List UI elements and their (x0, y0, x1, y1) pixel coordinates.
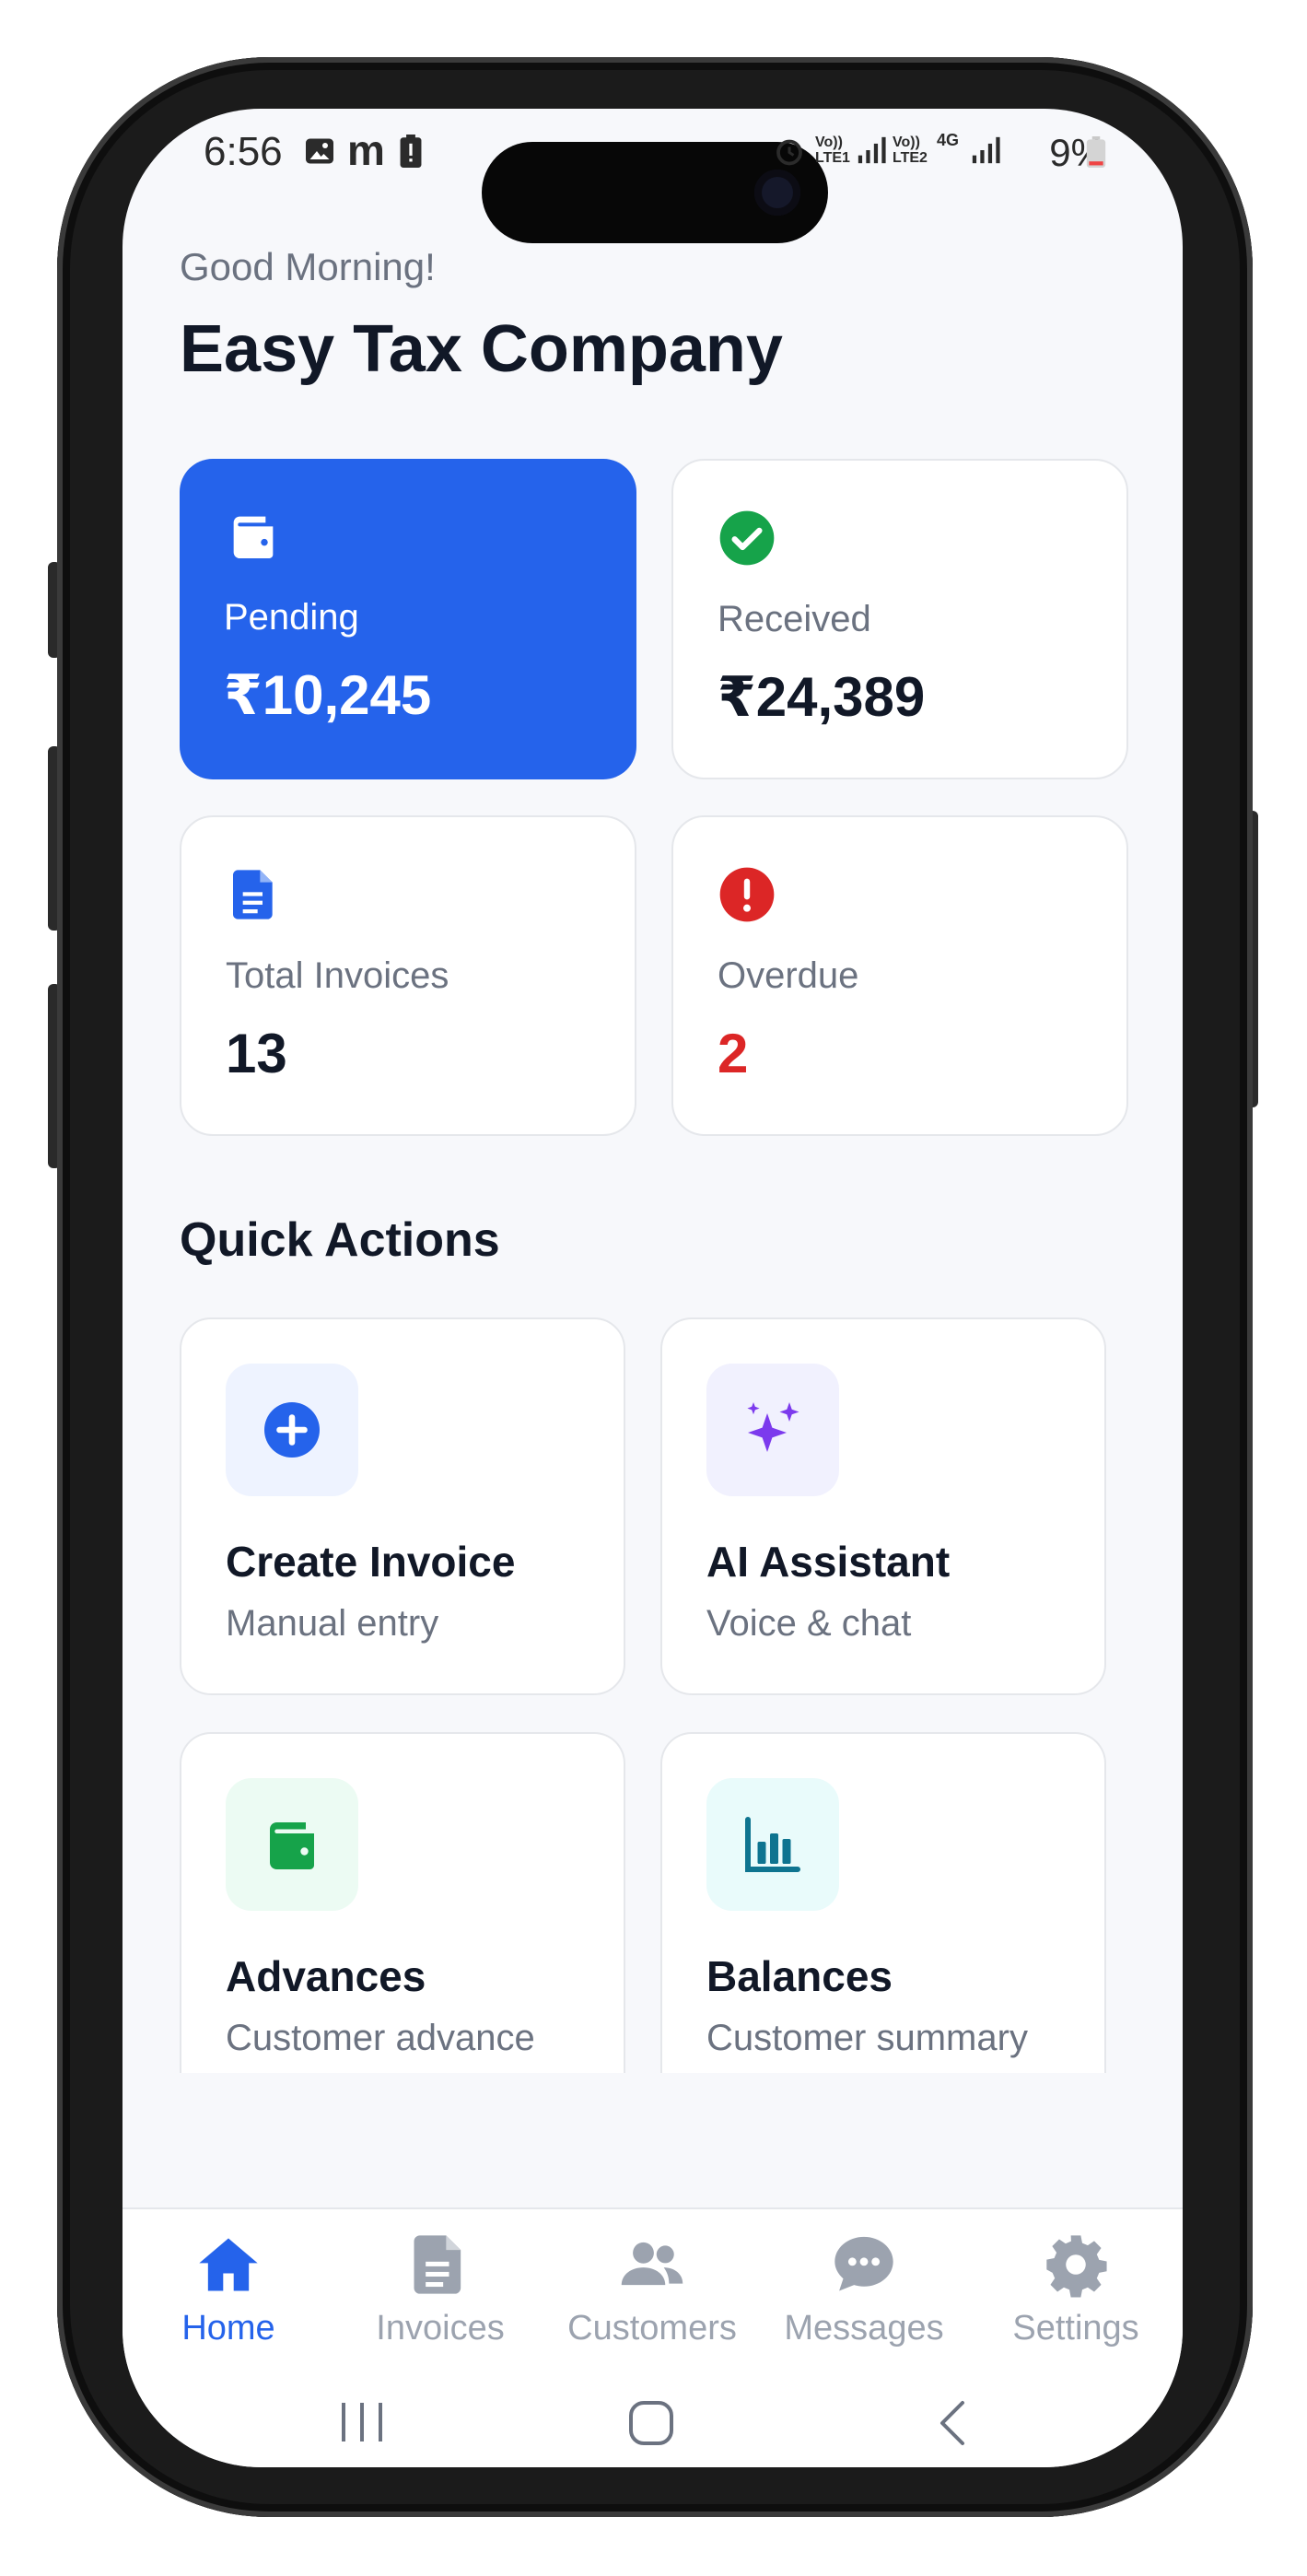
wallet-icon (270, 1822, 314, 1869)
balances-title: Balances (706, 1952, 893, 2000)
alarm-icon (773, 135, 806, 176)
sparkles-icon (747, 1402, 799, 1452)
battery-alert-icon (399, 135, 423, 176)
overdue-label: Overdue (718, 955, 859, 996)
home-circle-icon[interactable] (625, 2397, 677, 2449)
company-name: Easy Tax Company (180, 312, 783, 386)
balances-card[interactable]: Balances Customer summary (660, 1732, 1106, 2073)
advances-title: Advances (226, 1952, 426, 2000)
gallery-icon (303, 135, 336, 176)
create-invoice-card[interactable]: Create Invoice Manual entry (180, 1317, 625, 1695)
advances-subtitle: Customer advance (226, 2018, 535, 2058)
ai-assistant-card[interactable]: AI Assistant Voice & chat (660, 1317, 1106, 1695)
nav-settings[interactable]: Settings (970, 2230, 1182, 2359)
total-invoices-count: 13 (226, 1023, 287, 1084)
m-app-icon: m (347, 126, 385, 174)
pending-amount: ₹10,245 (224, 664, 432, 726)
received-amount: ₹24,389 (718, 666, 926, 728)
nav-customers[interactable]: Customers (546, 2230, 758, 2359)
overdue-card[interactable]: Overdue 2 (671, 815, 1128, 1136)
nav-settings-label: Settings (1012, 2309, 1139, 2348)
received-label: Received (718, 599, 871, 639)
recent-apps-icon[interactable] (336, 2399, 388, 2445)
balances-icon-box (706, 1778, 839, 1911)
phone-screen: 6:56 m Vo)) LTE1 Vo)) LTE2 4G 9% Good Mo… (123, 109, 1183, 2467)
total-invoices-label: Total Invoices (226, 955, 449, 996)
alert-circle-icon (719, 867, 775, 922)
nav-home-label: Home (181, 2309, 275, 2348)
status-bar: 6:56 m Vo)) LTE1 Vo)) LTE2 4G 9% (123, 109, 1183, 243)
greeting-text: Good Morning! (180, 245, 436, 288)
bar-chart-icon (745, 1817, 800, 1872)
create-invoice-title: Create Invoice (226, 1538, 516, 1586)
check-circle-icon (719, 510, 775, 566)
front-camera (754, 170, 800, 216)
total-invoices-card[interactable]: Total Invoices 13 (180, 815, 636, 1136)
create-invoice-subtitle: Manual entry (226, 1603, 439, 1644)
users-icon (621, 2242, 683, 2286)
network-label-1: Vo)) LTE1 (815, 135, 850, 166)
wallet-icon (233, 516, 274, 558)
nav-invoices[interactable]: Invoices (334, 2230, 546, 2359)
gear-icon (1046, 2235, 1107, 2298)
ai-assistant-title: AI Assistant (706, 1538, 951, 1586)
nav-invoices-label: Invoices (376, 2309, 505, 2348)
chat-icon (834, 2236, 893, 2291)
signal-icon-2 (970, 135, 1001, 174)
balances-subtitle: Customer summary (706, 2018, 1028, 2058)
nav-home[interactable]: Home (123, 2230, 334, 2359)
pending-card[interactable]: Pending ₹10,245 (180, 459, 636, 779)
battery-icon (1086, 136, 1106, 176)
nav-messages-label: Messages (784, 2309, 944, 2348)
home-icon (199, 2238, 258, 2291)
nav-customers-label: Customers (567, 2309, 737, 2348)
ai-assistant-icon-box (706, 1364, 839, 1496)
create-invoice-icon-box (226, 1364, 358, 1496)
network-label-2: Vo)) LTE2 (893, 135, 928, 166)
document-icon (233, 870, 273, 919)
plus-circle-icon (264, 1402, 320, 1458)
system-navigation-bar (123, 2373, 1183, 2467)
quick-actions-title: Quick Actions (180, 1213, 500, 1267)
advances-card[interactable]: Advances Customer advance (180, 1732, 625, 2073)
signal-icon-1 (856, 135, 887, 174)
pending-label: Pending (224, 597, 359, 638)
bottom-navigation: Home Invoices Customers Messages Setting… (123, 2207, 1183, 2375)
network-label-3: 4G (937, 131, 960, 149)
overdue-count: 2 (718, 1023, 749, 1084)
received-card[interactable]: Received ₹24,389 (671, 459, 1128, 779)
ai-assistant-subtitle: Voice & chat (706, 1603, 912, 1644)
nav-messages[interactable]: Messages (758, 2230, 970, 2359)
back-icon[interactable] (933, 2397, 974, 2449)
document-icon (414, 2235, 461, 2294)
status-time: 6:56 (204, 129, 283, 174)
advances-icon-box (226, 1778, 358, 1911)
